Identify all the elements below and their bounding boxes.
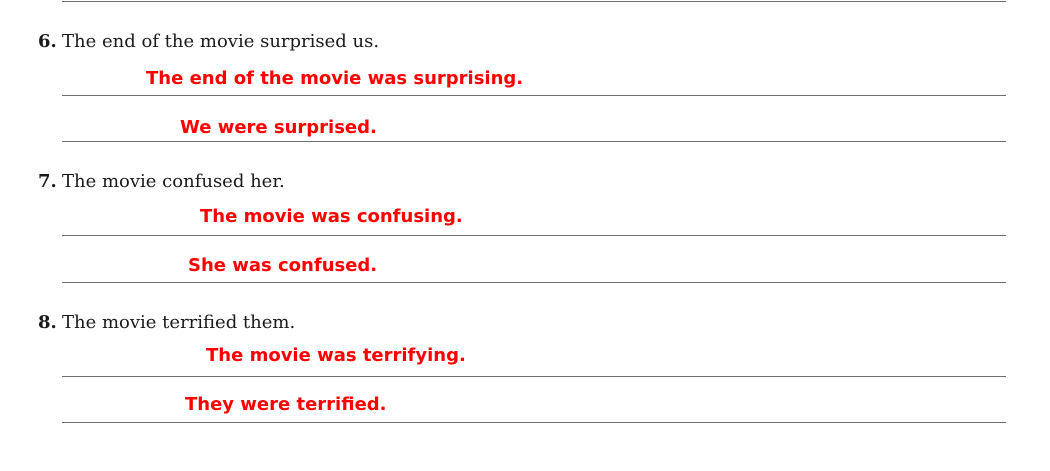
exercise-number: 8.: [38, 312, 57, 333]
exercise-7-answer-1: The movie was confusing.: [200, 206, 463, 227]
exercise-number: 6.: [38, 31, 57, 52]
exercise-6-answer-1: The end of the movie was surprising.: [146, 68, 524, 89]
answer-line: [62, 95, 1006, 96]
exercise-number: 7.: [38, 171, 57, 192]
answer-line: [62, 376, 1006, 377]
exercise-6-answer-2: We were surprised.: [180, 117, 377, 138]
exercise-8-answer-2: They were terrified.: [185, 394, 387, 415]
exercise-sentence: The movie confused her.: [62, 171, 285, 192]
exercise-6-prompt: 6. The end of the movie surprised us.: [38, 31, 379, 53]
exercise-sentence: The movie terrified them.: [62, 312, 296, 333]
answer-line: [62, 235, 1006, 236]
exercise-7-prompt: 7. The movie confused her.: [38, 171, 285, 193]
exercise-7-answer-2: She was confused.: [188, 255, 378, 276]
exercise-8-prompt: 8. The movie terrified them.: [38, 312, 295, 334]
exercise-sentence: The end of the movie surprised us.: [62, 31, 380, 52]
answer-line: [62, 141, 1006, 142]
answer-line: [62, 282, 1006, 283]
top-rule: [62, 1, 1006, 2]
answer-line: [62, 422, 1006, 423]
exercise-8-answer-1: The movie was terrifying.: [206, 345, 466, 366]
